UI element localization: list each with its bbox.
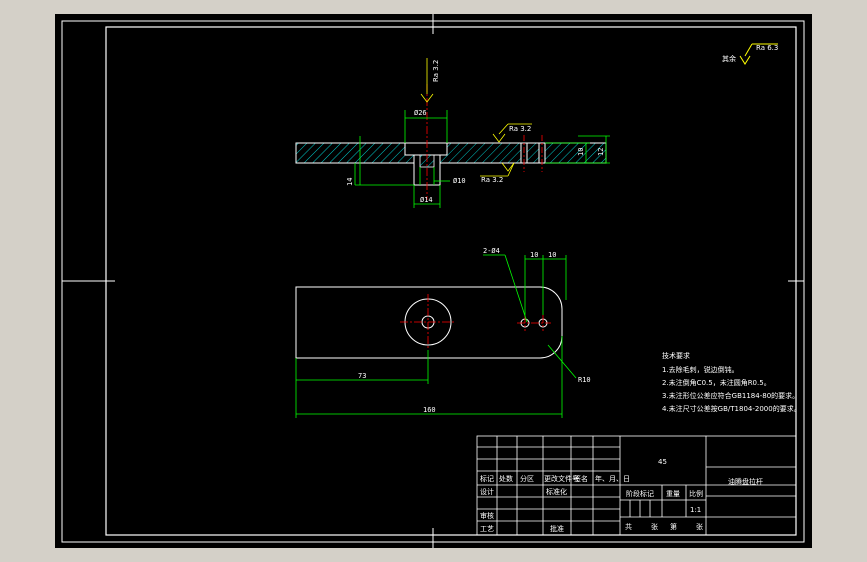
dim-thick-outer: 12 bbox=[597, 148, 605, 156]
header-signature: 签名 bbox=[574, 474, 588, 483]
dim-total: 160 bbox=[423, 406, 436, 414]
row-process: 工艺 bbox=[480, 525, 494, 533]
material: 45 bbox=[658, 458, 667, 466]
row-review: 审核 bbox=[480, 511, 494, 520]
dim-shaft: Ø10 bbox=[453, 177, 466, 185]
dim-base: Ø14 bbox=[420, 196, 433, 204]
dim-bore: Ø26 bbox=[414, 109, 427, 117]
roughness-bottom-face: Ra 3.2 bbox=[481, 176, 503, 184]
dim-thick-inner: 10 bbox=[577, 148, 585, 156]
tech-notes-title: 技术要求 bbox=[662, 351, 690, 360]
hole-label: 2-Ø4 bbox=[483, 247, 500, 255]
approve-label: 批准 bbox=[550, 524, 564, 533]
general-roughness-label: 其余 bbox=[722, 54, 736, 63]
header-mark: 标记 bbox=[480, 474, 494, 483]
scale-value: 1:1 bbox=[690, 506, 701, 514]
sheet-num-prefix: 第 bbox=[670, 522, 677, 531]
part-name: 油腾盘拉杆 bbox=[728, 477, 763, 486]
tech-note-1: 1.去除毛刺，锐边倒钝。 bbox=[662, 365, 739, 374]
tech-note-4: 4.未注尺寸公差按GB/T1804-2000的要求。 bbox=[662, 404, 801, 413]
dim-center: 73 bbox=[358, 372, 366, 380]
header-date: 年、月、日 bbox=[595, 474, 630, 483]
dim-radius: R10 bbox=[578, 376, 591, 384]
sheet-num-suffix: 张 bbox=[696, 522, 703, 531]
scale-label: 比例 bbox=[689, 489, 703, 498]
weight-label: 重量 bbox=[666, 490, 680, 498]
tech-note-3: 3.未注形位公差应符合GB1184-80的要求。 bbox=[662, 391, 799, 400]
row-design: 设计 bbox=[480, 487, 494, 496]
sheet-total-suffix: 张 bbox=[651, 522, 658, 531]
roughness-top-face: Ra 3.2 bbox=[509, 125, 531, 133]
cad-drawing-viewport: 其余 Ra 6.3 Ø26 Ø10 Ø14 14 10 12 Ra 3.2 Ra… bbox=[55, 14, 812, 548]
dim-spacing-2: 10 bbox=[548, 251, 556, 259]
standardization-label: 标准化 bbox=[546, 487, 567, 496]
general-roughness-value: Ra 6.3 bbox=[756, 44, 778, 52]
counterbore bbox=[404, 142, 448, 156]
header-zone: 分区 bbox=[520, 474, 534, 483]
stage-label: 阶段标记 bbox=[626, 489, 654, 498]
drawing-canvas bbox=[55, 14, 812, 548]
dim-spacing-1: 10 bbox=[530, 251, 538, 259]
sheet-total-prefix: 共 bbox=[625, 522, 632, 531]
plate-section bbox=[295, 142, 607, 164]
header-count: 处数 bbox=[499, 474, 513, 483]
dim-depth: 14 bbox=[346, 178, 354, 186]
roughness-top-bore: Ra 3.2 bbox=[432, 60, 440, 82]
tech-note-2: 2.未注倒角C0.5，未注圆角R0.5。 bbox=[662, 378, 771, 387]
